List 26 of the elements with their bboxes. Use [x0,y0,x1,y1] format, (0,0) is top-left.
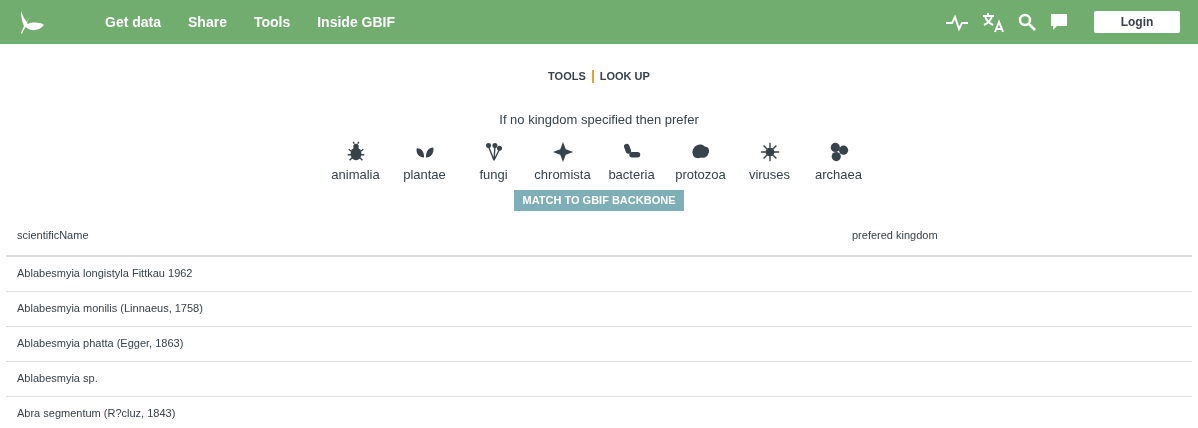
comment-icon[interactable] [1050,13,1068,31]
column-header: prefered kingdom [852,228,938,244]
kingdom-option[interactable]: chromista [536,141,589,185]
kingdom-icon [551,141,574,163]
kingdom-option[interactable]: animalia [329,141,382,185]
kingdom-option[interactable]: archaea [812,141,865,185]
pulse-icon[interactable] [946,12,968,32]
table-cell-text: Abra segmentum (R?cluz, 1843) [17,406,177,422]
breadcrumb-link[interactable]: LOOK UP [599,68,650,85]
kingdom-option[interactable]: protozoa [674,141,727,185]
kingdom-icon [758,141,781,163]
kingdom-option[interactable]: plantae [398,141,451,185]
login-button[interactable]: Login [1094,11,1180,33]
kingdom-option[interactable]: bacteria [605,141,658,185]
prompt-text: If no kingdom specified then prefer [498,110,700,129]
search-icon[interactable] [1018,13,1036,31]
kingdom-option[interactable]: viruses [743,141,796,185]
translate-icon[interactable] [982,11,1004,33]
column-header: scientificName [17,228,90,244]
leaf-logo-icon[interactable] [18,9,46,35]
kingdom-option[interactable]: fungi [467,141,520,185]
table-cell-text: Ablabesmyia sp. [17,371,99,387]
table-cell-text: Ablabesmyia phatta (Egger, 1863) [17,336,185,352]
table-cell-text: Ablabesmyia longistyla Fittkau 1962 [17,266,194,282]
breadcrumb-link[interactable]: TOOLS [548,68,586,85]
table-cell-text: Ablabesmyia monilis (Linnaeus, 1758) [17,301,204,317]
